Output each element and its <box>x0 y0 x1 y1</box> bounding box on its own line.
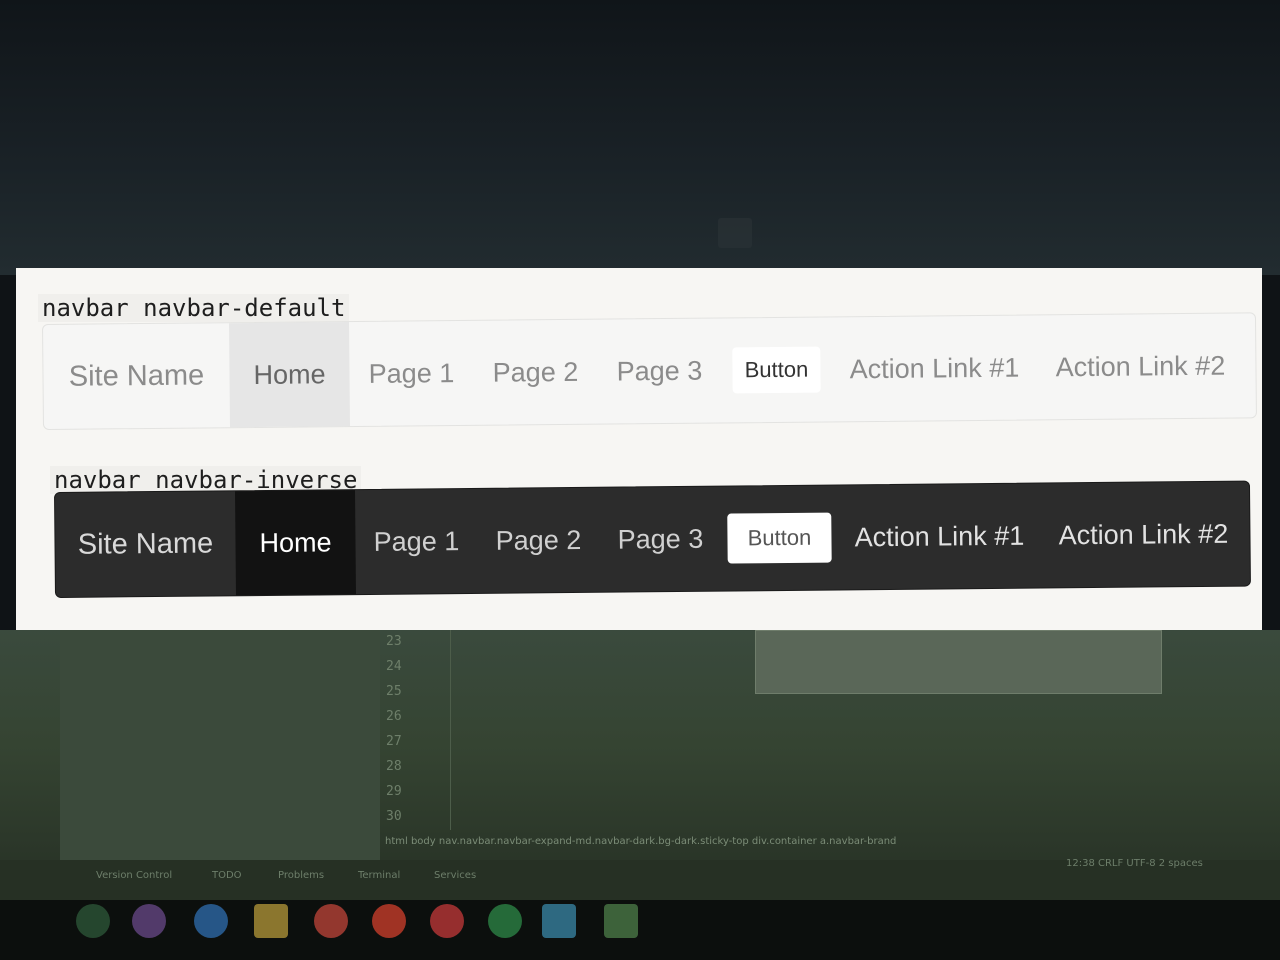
status-problems[interactable]: Problems <box>278 870 324 881</box>
status-version-control[interactable]: Version Control <box>96 870 172 881</box>
status-terminal[interactable]: Terminal <box>358 870 400 881</box>
action-link-1[interactable]: Action Link #1 <box>837 484 1042 590</box>
folder-icon[interactable] <box>254 904 288 938</box>
line-number: 29 <box>386 784 402 799</box>
navbar-button[interactable]: Button <box>727 512 832 564</box>
app-icon[interactable] <box>132 904 166 938</box>
yandex-icon[interactable] <box>372 904 406 938</box>
line-number: 27 <box>386 734 402 749</box>
navbar-default-caption: navbar navbar-default <box>38 294 350 322</box>
line-number: 26 <box>386 709 402 724</box>
action-link-2[interactable]: Action Link #2 <box>1041 482 1246 588</box>
nav-item-home[interactable]: Home <box>235 490 356 596</box>
line-number: 28 <box>386 759 402 774</box>
preview-thumbnail <box>755 630 1162 694</box>
nav-item-page-2[interactable]: Page 2 <box>473 320 598 425</box>
nav-item-page-3[interactable]: Page 3 <box>597 318 722 423</box>
line-number-gutter: 23 24 25 26 27 28 29 30 <box>380 630 451 830</box>
status-encoding-info: 12:38 CRLF UTF-8 2 spaces <box>1066 858 1203 869</box>
line-number: 24 <box>386 659 402 674</box>
window-icon <box>718 218 752 248</box>
action-link-1[interactable]: Action Link #1 <box>831 315 1038 421</box>
line-number: 23 <box>386 634 402 649</box>
os-taskbar <box>0 900 1280 960</box>
ide-editor-area: 23 24 25 26 27 28 29 30 html body nav.na… <box>0 630 1280 860</box>
navbar-default: Site Name Home Page 1 Page 2 Page 3 Butt… <box>42 312 1257 430</box>
chrome-icon[interactable] <box>314 904 348 938</box>
status-todo[interactable]: TODO <box>212 870 242 881</box>
nav-item-page-2[interactable]: Page 2 <box>477 488 600 593</box>
navbar-button[interactable]: Button <box>732 346 821 394</box>
element-breadcrumb: html body nav.navbar.navbar-expand-md.na… <box>385 836 897 847</box>
nav-item-page-1[interactable]: Page 1 <box>349 321 474 426</box>
start-icon[interactable] <box>76 904 110 938</box>
page-content: navbar navbar-default Site Name Home Pag… <box>16 268 1262 630</box>
navbar-brand[interactable]: Site Name <box>55 491 236 597</box>
nav-item-page-3[interactable]: Page 3 <box>599 487 722 592</box>
status-services[interactable]: Services <box>434 870 476 881</box>
navbar-button-wrap: Button <box>721 485 838 590</box>
project-panel <box>60 630 380 860</box>
monitor-dark-area <box>0 0 1280 275</box>
yandex-browser-icon[interactable] <box>430 904 464 938</box>
nav-item-home[interactable]: Home <box>229 322 350 428</box>
telegram-icon[interactable] <box>542 904 576 938</box>
action-link-2[interactable]: Action Link #2 <box>1037 313 1244 419</box>
navbar-brand[interactable]: Site Name <box>43 323 230 429</box>
nav-item-page-1[interactable]: Page 1 <box>355 489 478 594</box>
navbar-inverse: Site Name Home Page 1 Page 2 Page 3 Butt… <box>54 480 1251 598</box>
navbar-button-wrap: Button <box>721 317 832 422</box>
line-number: 25 <box>386 684 402 699</box>
line-number: 30 <box>386 809 402 824</box>
ie-icon[interactable] <box>194 904 228 938</box>
spotify-icon[interactable] <box>488 904 522 938</box>
webstorm-icon[interactable] <box>604 904 638 938</box>
